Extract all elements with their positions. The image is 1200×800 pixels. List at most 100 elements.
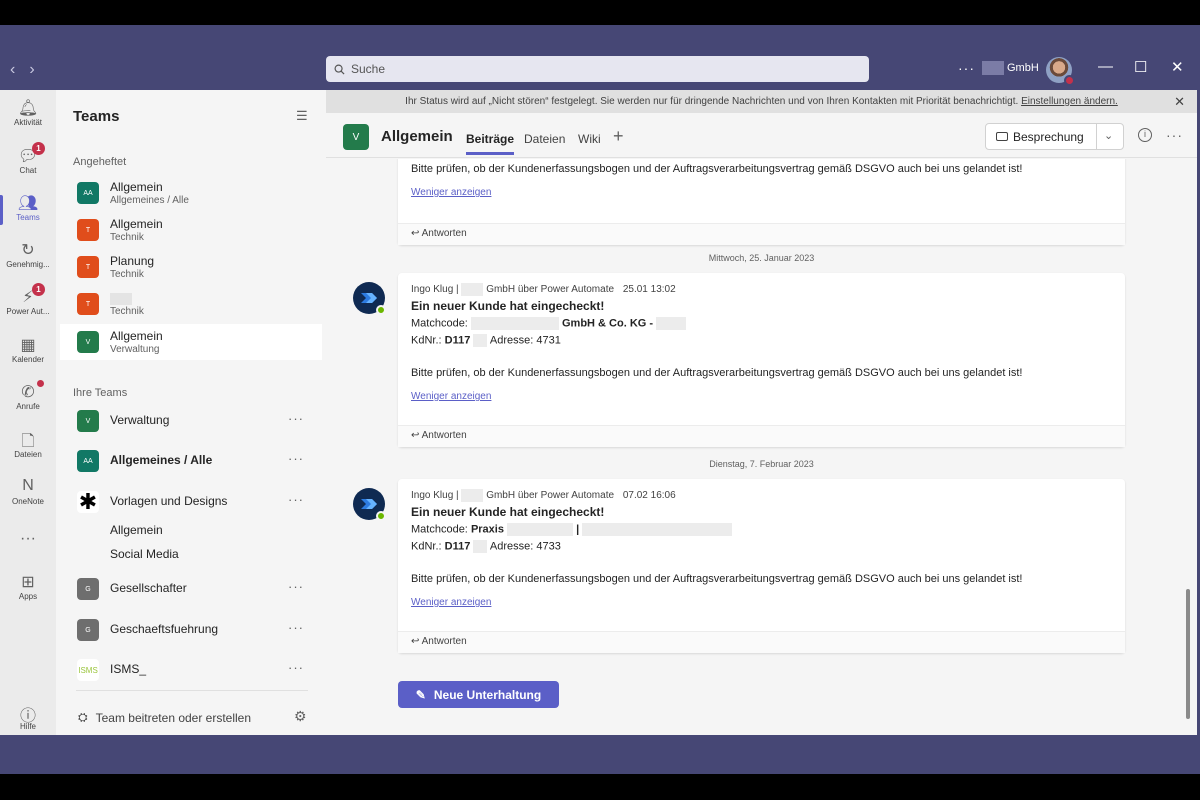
matchcode-line: Matchcode: Praxis |: [411, 523, 1112, 536]
button-separator: [1096, 124, 1097, 149]
pinned-section-label: Angeheftet: [73, 156, 127, 168]
sub-channel[interactable]: Social Media: [110, 547, 179, 561]
screen-letterbox-bottom: [0, 774, 1200, 800]
team-more-button[interactable]: ···: [288, 411, 304, 426]
search-icon: [334, 64, 345, 75]
customer-number-line: KdNr.: D117 Adresse: 4733: [411, 540, 1112, 553]
rail-apps[interactable]: ⊞ Apps: [0, 572, 56, 601]
rail-help[interactable]: ⓘ Hilfe: [0, 702, 56, 731]
join-or-create-team-button[interactable]: ⛭ Team beitreten oder erstellen: [78, 710, 251, 725]
message-title: Ein neuer Kunde hat eingecheckt!: [411, 505, 605, 519]
nav-arrows: ‹ ›: [10, 61, 35, 79]
redacted: [582, 523, 733, 536]
team-avatar: G: [77, 578, 99, 600]
join-team-label: Team beitreten oder erstellen: [95, 710, 252, 725]
channel-name: Planung: [110, 254, 155, 268]
rail-approvals[interactable]: ↻ Genehmig...: [0, 240, 56, 269]
more-options-button[interactable]: ···: [1166, 127, 1183, 143]
rail-teams[interactable]: 👥︎ Teams: [0, 193, 56, 225]
pinned-channel[interactable]: T Planung Technik: [60, 249, 322, 285]
pinned-channel[interactable]: AA Allgemein Allgemeines / Alle: [60, 175, 322, 211]
team-name: Verwaltung: [110, 413, 170, 427]
settings-more-button[interactable]: ···: [958, 60, 975, 76]
banner-settings-link[interactable]: Einstellungen ändern.: [1021, 96, 1118, 107]
tab-files[interactable]: Dateien: [524, 132, 565, 146]
reply-button[interactable]: ↩ Antworten: [398, 631, 1125, 653]
back-icon[interactable]: ‹: [10, 61, 15, 79]
close-icon[interactable]: ✕: [1174, 90, 1185, 113]
rail-activity[interactable]: 🔔︎ Aktivität: [0, 98, 56, 127]
rail-files[interactable]: 🗋︎ Dateien: [0, 430, 56, 459]
power-automate-avatar: [353, 488, 386, 521]
minimize-button[interactable]: —: [1098, 58, 1113, 75]
message-card: Ingo Klug | GmbH über Power Automate 07.…: [398, 479, 1125, 653]
pinned-channel[interactable]: T Technik: [60, 286, 322, 322]
pinned-channel-selected[interactable]: V Allgemein Verwaltung: [60, 324, 322, 360]
rail-chat[interactable]: 💬︎ 1 Chat: [0, 142, 56, 175]
team-name: Technik: [110, 269, 144, 280]
rail-calls[interactable]: ✆ Anrufe: [0, 380, 56, 411]
team-more-button[interactable]: ···: [288, 579, 304, 594]
rail-onenote[interactable]: N OneNote: [0, 477, 56, 506]
value: 4733: [536, 540, 561, 553]
divider: [76, 690, 308, 691]
maximize-button[interactable]: ☐: [1134, 58, 1147, 76]
team-more-button[interactable]: ···: [288, 660, 304, 675]
team-name: Vorlagen und Designs: [110, 494, 228, 508]
reply-label: Antworten: [421, 228, 467, 239]
meeting-label: Besprechung: [1013, 129, 1084, 144]
show-less-link[interactable]: Weniger anzeigen: [411, 597, 1112, 608]
team-item[interactable]: ISMS ISMS_ ···: [60, 652, 322, 688]
org-switcher[interactable]: GmbH: [982, 61, 1039, 75]
screen-letterbox-top: [0, 0, 1200, 25]
forward-icon[interactable]: ›: [29, 61, 34, 79]
show-less-link[interactable]: Weniger anzeigen: [411, 391, 1112, 402]
message-text: Bitte prüfen, ob der Kundenerfassungsbog…: [411, 367, 1023, 379]
info-icon[interactable]: i: [1138, 128, 1152, 142]
show-less-link[interactable]: Weniger anzeigen: [411, 187, 1112, 198]
reply-button[interactable]: ↩ Antworten: [398, 223, 1125, 245]
rail-more[interactable]: ···: [0, 530, 56, 550]
tab-wiki[interactable]: Wiki: [578, 132, 601, 146]
avatar[interactable]: [1046, 57, 1075, 86]
team-item[interactable]: G Gesellschafter ···: [60, 571, 322, 607]
rail-label: Anrufe: [16, 402, 40, 411]
add-tab-icon[interactable]: +: [613, 126, 624, 147]
team-item[interactable]: AA Allgemeines / Alle ···: [60, 443, 322, 479]
pinned-channel[interactable]: T Allgemein Technik: [60, 212, 322, 248]
redacted: [461, 283, 484, 296]
team-item[interactable]: G Geschaeftsfuehrung ···: [60, 612, 322, 648]
reply-button[interactable]: ↩ Antworten: [398, 425, 1125, 447]
teams-sidebar: Teams ☰ Angeheftet AA Allgemein Allgemei…: [56, 90, 326, 735]
channel-name: Allgemein: [110, 217, 163, 231]
meeting-button[interactable]: Besprechung ⌄: [985, 123, 1124, 150]
close-button[interactable]: ✕: [1171, 58, 1184, 76]
team-name: Technik: [110, 306, 144, 317]
team-name: Geschaeftsfuehrung: [110, 622, 219, 636]
tab-posts[interactable]: Beiträge: [466, 132, 515, 155]
scrollbar[interactable]: [1186, 589, 1190, 719]
team-more-button[interactable]: ···: [288, 492, 304, 507]
date-separator: Mittwoch, 25. Januar 2023: [708, 253, 815, 263]
reply-label: Antworten: [421, 430, 467, 441]
new-conversation-button[interactable]: ✎ Neue Unterhaltung: [398, 681, 559, 708]
gear-icon[interactable]: ⚙: [294, 708, 307, 725]
filter-icon[interactable]: ☰: [296, 108, 308, 124]
team-more-button[interactable]: ···: [288, 620, 304, 635]
team-more-button[interactable]: ···: [288, 451, 304, 466]
label: Adresse:: [489, 540, 534, 553]
rail-power-automate[interactable]: ⚡︎ 1 Power Aut...: [0, 283, 56, 316]
value: Praxis: [470, 523, 504, 536]
team-item[interactable]: ✱ Vorlagen und Designs ···: [60, 484, 322, 520]
via: GmbH über Power Automate: [486, 490, 615, 502]
value: D117: [444, 540, 471, 553]
team-item[interactable]: V Verwaltung ···: [60, 403, 322, 439]
sub-channel[interactable]: Allgemein: [110, 523, 163, 537]
rail-calendar[interactable]: ▦ Kalender: [0, 335, 56, 364]
chat-badge: 1: [32, 142, 45, 155]
search-input[interactable]: Suche: [326, 56, 869, 82]
teams-icon: 👥︎: [17, 195, 39, 212]
compose-icon: ✎: [415, 687, 426, 702]
redacted-org-name: [982, 61, 1004, 75]
chevron-down-icon[interactable]: ⌄: [1104, 129, 1113, 142]
